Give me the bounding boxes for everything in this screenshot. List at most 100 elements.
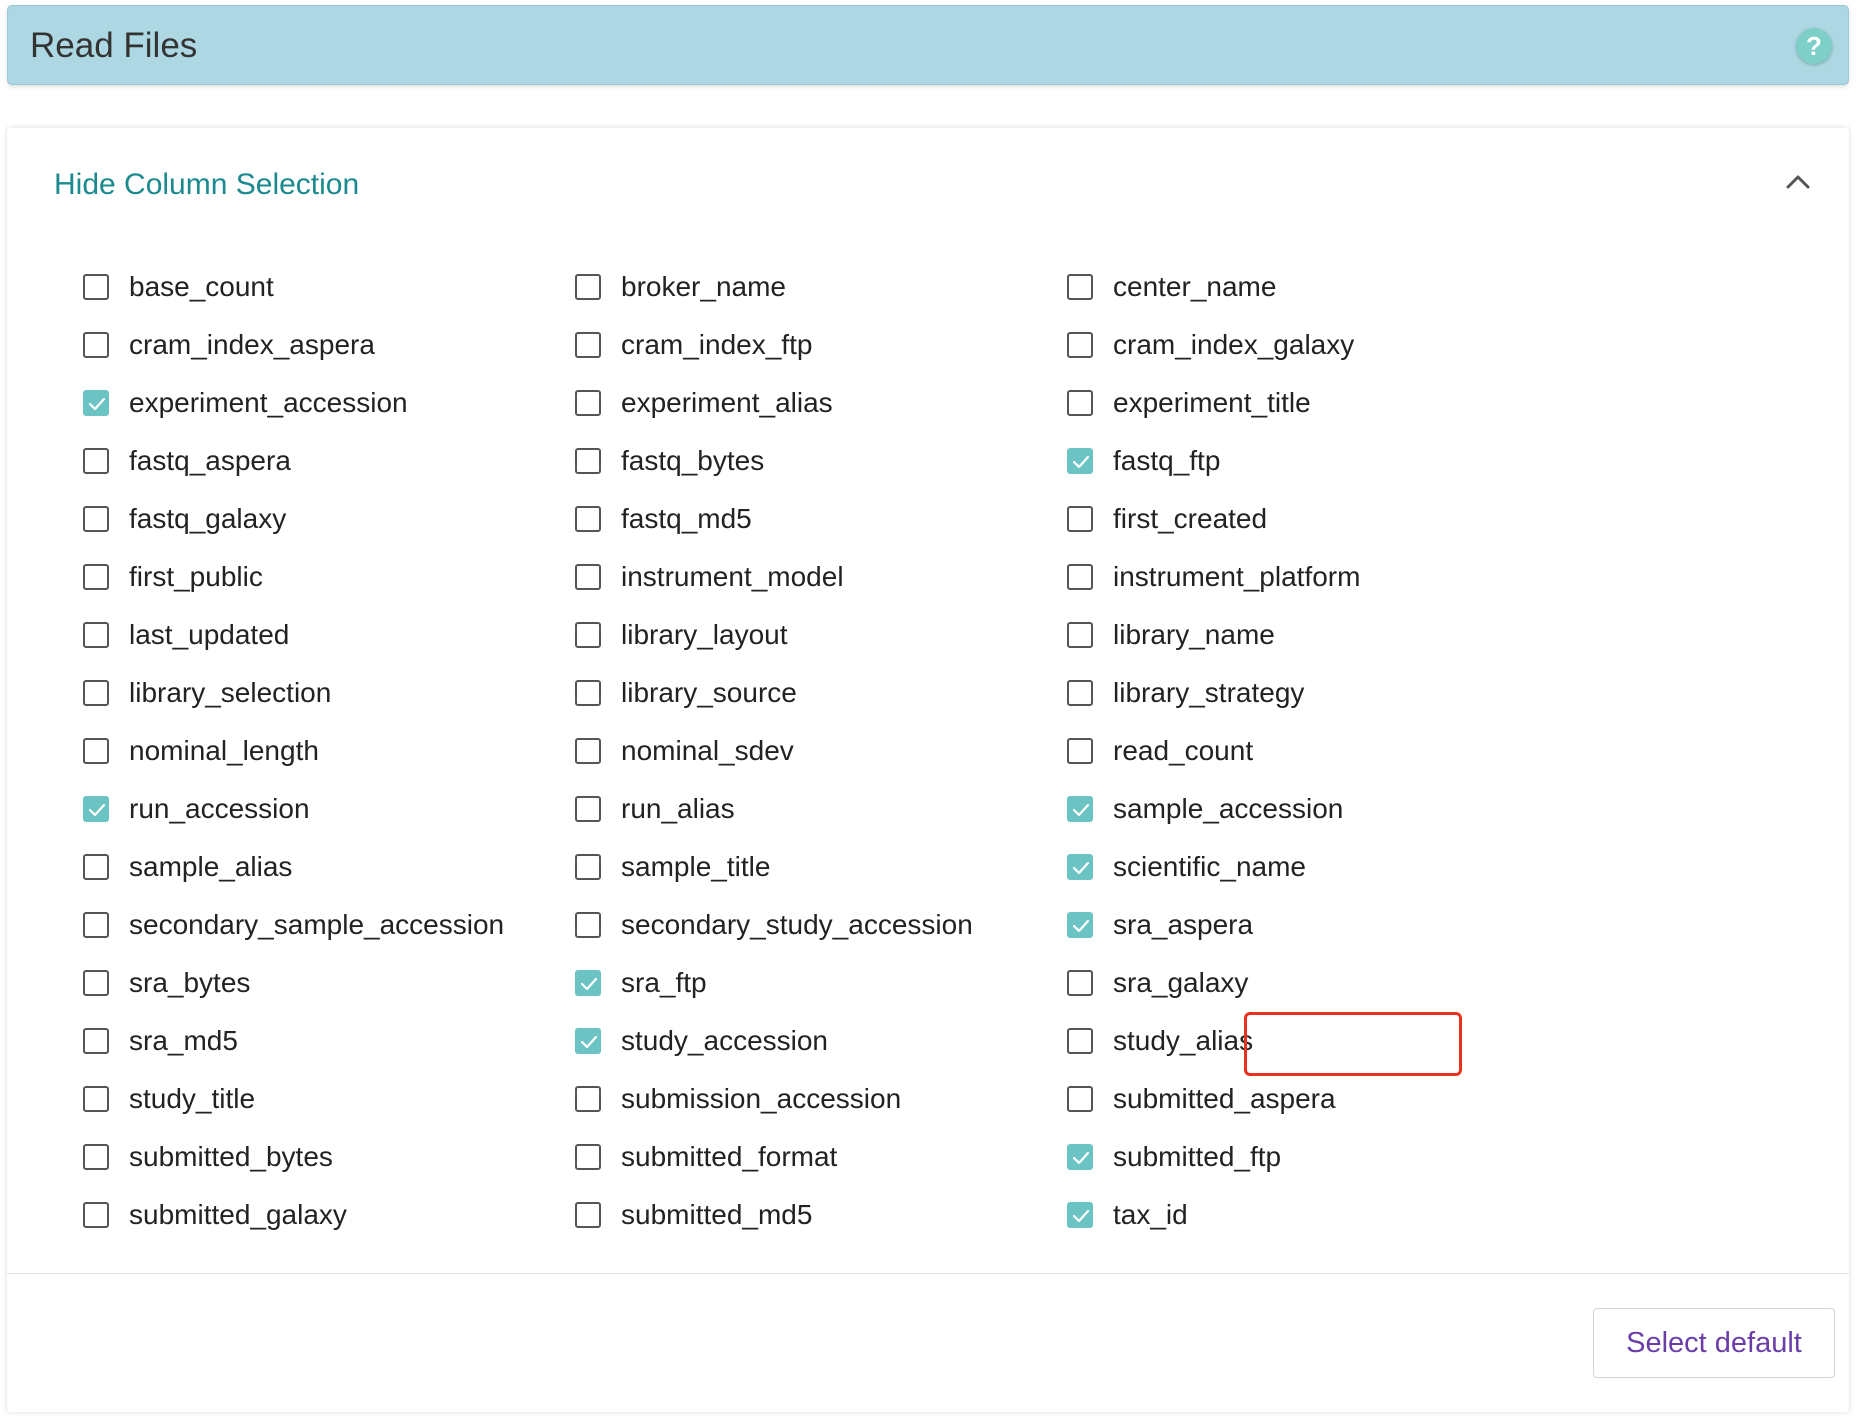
column-option-submitted-ftp[interactable]: submitted_ftp	[1067, 1128, 1627, 1186]
checkbox[interactable]	[83, 332, 109, 358]
column-option-sample-accession[interactable]: sample_accession	[1067, 780, 1627, 838]
column-option-study-alias[interactable]: study_alias	[1067, 1012, 1627, 1070]
checkbox[interactable]	[575, 970, 601, 996]
column-option-experiment-title[interactable]: experiment_title	[1067, 374, 1627, 432]
checkbox[interactable]	[83, 1144, 109, 1170]
column-option-secondary-study-accession[interactable]: secondary_study_accession	[575, 896, 1135, 954]
column-option-run-alias[interactable]: run_alias	[575, 780, 1135, 838]
checkbox[interactable]	[575, 912, 601, 938]
column-option-first-created[interactable]: first_created	[1067, 490, 1627, 548]
checkbox[interactable]	[83, 622, 109, 648]
column-option-submission-accession[interactable]: submission_accession	[575, 1070, 1135, 1128]
checkbox[interactable]	[575, 854, 601, 880]
column-option-instrument-platform[interactable]: instrument_platform	[1067, 548, 1627, 606]
checkbox[interactable]	[575, 1202, 601, 1228]
checkbox[interactable]	[1067, 970, 1093, 996]
column-option-fastq-md5[interactable]: fastq_md5	[575, 490, 1135, 548]
column-option-tax-id[interactable]: tax_id	[1067, 1186, 1627, 1244]
checkbox[interactable]	[1067, 332, 1093, 358]
checkbox[interactable]	[1067, 564, 1093, 590]
hide-column-selection-link[interactable]: Hide Column Selection	[54, 168, 359, 202]
column-option-library-selection[interactable]: library_selection	[83, 664, 643, 722]
checkbox[interactable]	[1067, 796, 1093, 822]
column-option-submitted-galaxy[interactable]: submitted_galaxy	[83, 1186, 643, 1244]
column-option-nominal-sdev[interactable]: nominal_sdev	[575, 722, 1135, 780]
checkbox[interactable]	[1067, 680, 1093, 706]
checkbox[interactable]	[83, 680, 109, 706]
checkbox[interactable]	[83, 1028, 109, 1054]
column-option-library-strategy[interactable]: library_strategy	[1067, 664, 1627, 722]
checkbox[interactable]	[83, 854, 109, 880]
column-option-scientific-name[interactable]: scientific_name	[1067, 838, 1627, 896]
checkbox[interactable]	[1067, 622, 1093, 648]
column-option-library-source[interactable]: library_source	[575, 664, 1135, 722]
checkbox[interactable]	[575, 274, 601, 300]
column-option-broker-name[interactable]: broker_name	[575, 258, 1135, 316]
help-icon[interactable]: ?	[1796, 28, 1832, 64]
column-option-experiment-accession[interactable]: experiment_accession	[83, 374, 643, 432]
column-option-fastq-galaxy[interactable]: fastq_galaxy	[83, 490, 643, 548]
column-option-cram-index-aspera[interactable]: cram_index_aspera	[83, 316, 643, 374]
chevron-up-icon[interactable]	[1785, 172, 1811, 190]
column-option-library-name[interactable]: library_name	[1067, 606, 1627, 664]
column-option-first-public[interactable]: first_public	[83, 548, 643, 606]
column-option-run-accession[interactable]: run_accession	[83, 780, 643, 838]
checkbox[interactable]	[83, 1202, 109, 1228]
column-option-study-accession[interactable]: study_accession	[575, 1012, 1135, 1070]
checkbox[interactable]	[575, 1144, 601, 1170]
checkbox[interactable]	[1067, 390, 1093, 416]
checkbox[interactable]	[575, 622, 601, 648]
checkbox[interactable]	[83, 912, 109, 938]
checkbox[interactable]	[575, 448, 601, 474]
checkbox[interactable]	[83, 274, 109, 300]
column-option-cram-index-ftp[interactable]: cram_index_ftp	[575, 316, 1135, 374]
column-option-sample-title[interactable]: sample_title	[575, 838, 1135, 896]
column-option-sample-alias[interactable]: sample_alias	[83, 838, 643, 896]
checkbox[interactable]	[1067, 1144, 1093, 1170]
column-option-secondary-sample-accession[interactable]: secondary_sample_accession	[83, 896, 643, 954]
column-option-base-count[interactable]: base_count	[83, 258, 643, 316]
checkbox[interactable]	[575, 680, 601, 706]
checkbox[interactable]	[575, 390, 601, 416]
checkbox[interactable]	[1067, 448, 1093, 474]
column-option-submitted-md5[interactable]: submitted_md5	[575, 1186, 1135, 1244]
column-option-read-count[interactable]: read_count	[1067, 722, 1627, 780]
checkbox[interactable]	[1067, 738, 1093, 764]
column-option-last-updated[interactable]: last_updated	[83, 606, 643, 664]
column-option-fastq-aspera[interactable]: fastq_aspera	[83, 432, 643, 490]
column-option-fastq-bytes[interactable]: fastq_bytes	[575, 432, 1135, 490]
column-option-sra-md5[interactable]: sra_md5	[83, 1012, 643, 1070]
column-option-study-title[interactable]: study_title	[83, 1070, 643, 1128]
column-option-center-name[interactable]: center_name	[1067, 258, 1627, 316]
checkbox[interactable]	[83, 564, 109, 590]
column-option-experiment-alias[interactable]: experiment_alias	[575, 374, 1135, 432]
checkbox[interactable]	[575, 1086, 601, 1112]
checkbox[interactable]	[83, 390, 109, 416]
checkbox[interactable]	[83, 970, 109, 996]
checkbox[interactable]	[83, 738, 109, 764]
column-option-nominal-length[interactable]: nominal_length	[83, 722, 643, 780]
select-default-button[interactable]: Select default	[1593, 1308, 1835, 1378]
checkbox[interactable]	[1067, 912, 1093, 938]
checkbox[interactable]	[83, 506, 109, 532]
column-option-submitted-bytes[interactable]: submitted_bytes	[83, 1128, 643, 1186]
checkbox[interactable]	[83, 796, 109, 822]
checkbox[interactable]	[83, 448, 109, 474]
column-option-submitted-format[interactable]: submitted_format	[575, 1128, 1135, 1186]
column-option-sra-bytes[interactable]: sra_bytes	[83, 954, 643, 1012]
column-option-fastq-ftp[interactable]: fastq_ftp	[1067, 432, 1627, 490]
checkbox[interactable]	[575, 506, 601, 532]
checkbox[interactable]	[575, 332, 601, 358]
checkbox[interactable]	[575, 738, 601, 764]
column-option-submitted-aspera[interactable]: submitted_aspera	[1067, 1070, 1627, 1128]
checkbox[interactable]	[1067, 274, 1093, 300]
column-option-sra-aspera[interactable]: sra_aspera	[1067, 896, 1627, 954]
checkbox[interactable]	[1067, 1202, 1093, 1228]
checkbox[interactable]	[575, 564, 601, 590]
column-option-library-layout[interactable]: library_layout	[575, 606, 1135, 664]
checkbox[interactable]	[83, 1086, 109, 1112]
column-option-cram-index-galaxy[interactable]: cram_index_galaxy	[1067, 316, 1627, 374]
column-option-instrument-model[interactable]: instrument_model	[575, 548, 1135, 606]
checkbox[interactable]	[1067, 854, 1093, 880]
checkbox[interactable]	[575, 1028, 601, 1054]
